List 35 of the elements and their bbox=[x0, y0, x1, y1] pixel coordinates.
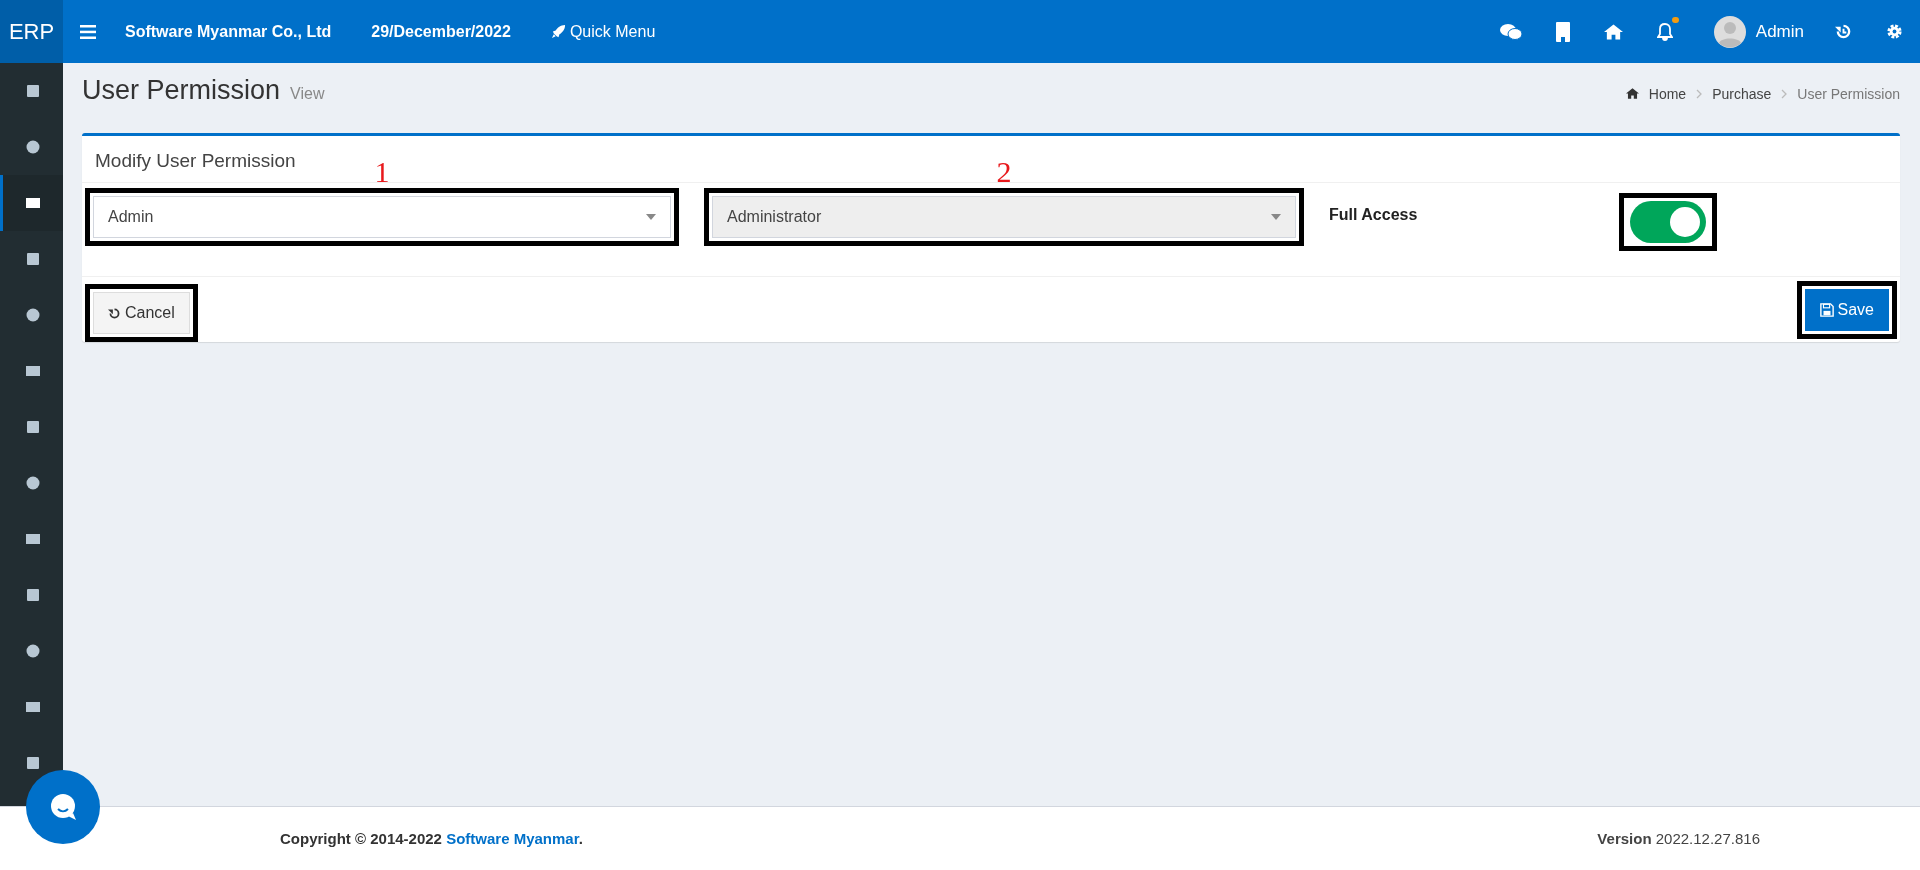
sidebar-item[interactable] bbox=[0, 175, 63, 231]
rocket-icon bbox=[550, 24, 566, 39]
card-title: Modify User Permission bbox=[95, 150, 296, 171]
chat-icon[interactable] bbox=[1499, 22, 1522, 41]
chevron-icon bbox=[1781, 88, 1788, 99]
company-link[interactable]: Software Myanmar bbox=[446, 830, 579, 847]
avatar-icon[interactable] bbox=[1713, 15, 1746, 48]
history-icon[interactable] bbox=[1835, 23, 1852, 40]
cancel-button[interactable]: Cancel bbox=[93, 292, 190, 334]
annotation-number: 2 bbox=[996, 155, 1012, 189]
bell-icon[interactable] bbox=[1656, 22, 1673, 41]
user-name[interactable]: Admin bbox=[1755, 21, 1804, 42]
date-text: 29/December/2022 bbox=[371, 22, 511, 41]
home-icon[interactable] bbox=[1603, 23, 1623, 40]
logo[interactable]: ERP bbox=[0, 0, 63, 63]
page-subtitle: View bbox=[290, 85, 325, 103]
version-text: Version 2022.12.27.816 bbox=[1597, 830, 1760, 847]
breadcrumb-link[interactable]: Purchase bbox=[1712, 85, 1772, 102]
menu-icon[interactable] bbox=[80, 24, 96, 39]
user-select[interactable]: Admin bbox=[93, 196, 671, 238]
save-button[interactable]: Save bbox=[1804, 289, 1889, 331]
copyright-text: Copyright © 2014-2022 Software Myanmar. bbox=[280, 830, 583, 847]
quick-menu-link[interactable]: Quick Menu bbox=[550, 22, 656, 41]
breadcrumb-link[interactable]: Home bbox=[1648, 85, 1687, 102]
full-access-label: Full Access bbox=[1329, 206, 1419, 224]
page-title: User Permission bbox=[82, 75, 281, 106]
full-access-toggle[interactable] bbox=[1630, 201, 1706, 243]
undo-icon bbox=[108, 306, 121, 320]
annotation-number: 1 bbox=[374, 155, 390, 189]
speech-bubble-icon bbox=[48, 792, 78, 822]
settings-icon[interactable] bbox=[1886, 23, 1903, 40]
chevron-icon bbox=[1696, 88, 1703, 99]
company-name: Software Myanmar Co., Ltd bbox=[125, 22, 332, 41]
home-icon bbox=[1625, 88, 1639, 99]
breadcrumb-link[interactable]: User Permission bbox=[1797, 85, 1900, 102]
